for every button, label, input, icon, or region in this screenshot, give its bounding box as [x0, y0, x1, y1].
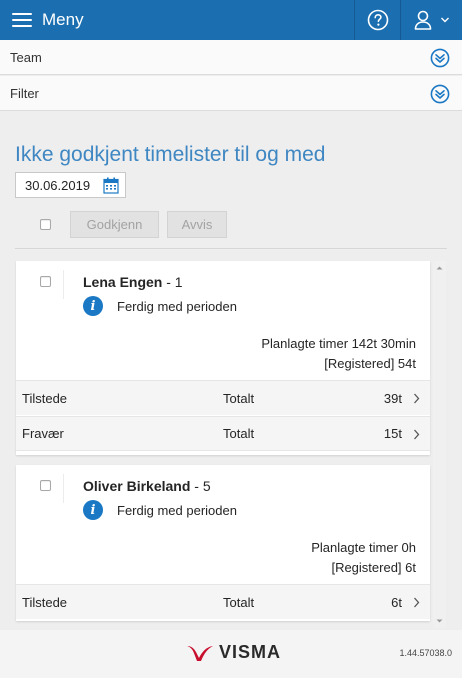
row-value: 6t [391, 594, 402, 610]
team-panel-label: Team [10, 49, 42, 65]
info-icon: i [83, 500, 103, 520]
visma-logo: VISMA [186, 642, 281, 663]
chevron-right-icon [414, 393, 420, 404]
menu-label: Meny [42, 10, 84, 29]
question-circle-icon [367, 9, 388, 31]
timesheet-checkbox[interactable] [40, 480, 51, 491]
chevron-right-icon [414, 597, 420, 608]
presence-row[interactable]: Tilstede Totalt 6t [16, 584, 430, 619]
date-input[interactable]: 30.06.2019 [15, 172, 126, 198]
menu-button[interactable]: Meny [0, 0, 84, 40]
footer: VISMA 1.44.57038.0 [0, 630, 462, 678]
hamburger-icon [12, 13, 32, 27]
scroll-down-icon[interactable] [433, 616, 446, 626]
timesheet-card: Oliver Birkeland - 5 i Ferdig med period… [16, 465, 430, 621]
scroll-up-icon[interactable] [433, 263, 446, 273]
registered-hours: [Registered] 6t [331, 560, 416, 575]
top-bar: Meny [0, 0, 462, 40]
row-label: Tilstede [22, 390, 68, 406]
page-title: Ikke godkjent timelister til og med [15, 143, 326, 166]
row-total-label: Totalt [223, 594, 255, 610]
timesheet-card: Lena Engen - 1 i Ferdig med perioden Pla… [16, 261, 430, 455]
row-value: 39t [383, 390, 402, 406]
date-value: 30.06.2019 [25, 177, 91, 193]
timesheet-checkbox[interactable] [40, 276, 51, 287]
help-button[interactable] [354, 0, 400, 40]
filter-panel-label: Filter [10, 85, 39, 101]
hours-summary: Planlagte timer 142t 30min [Registered] … [261, 334, 416, 374]
separator [63, 474, 64, 503]
reject-button[interactable]: Avvis [167, 211, 227, 238]
absence-row[interactable]: Fravær Totalt 15t [16, 416, 430, 451]
user-menu-button[interactable] [400, 0, 462, 40]
registered-hours: [Registered] 54t [324, 356, 416, 371]
divider [15, 248, 447, 249]
row-total-label: Totalt [223, 426, 255, 441]
hours-summary: Planlagte timer 0h [Registered] 6t [311, 538, 416, 578]
presence-row[interactable]: Tilstede Totalt 39t [16, 380, 430, 415]
row-total-label: Totalt [223, 390, 255, 406]
row-value: 15t [383, 426, 402, 441]
chevron-right-icon [414, 429, 420, 440]
status: i Ferdig med perioden [83, 296, 237, 316]
team-panel-header[interactable]: Team [0, 40, 462, 75]
visma-logo-mark [187, 645, 213, 661]
version-number: 1.44.57038.0 [399, 648, 452, 658]
chevron-down-icon [441, 17, 449, 23]
row-label: Tilstede [22, 594, 68, 610]
employee-name[interactable]: Lena Engen - 1 [83, 274, 183, 290]
row-label: Fravær [22, 426, 64, 441]
separator [63, 270, 64, 299]
scrollbar[interactable] [433, 261, 446, 628]
status-text: Ferdig med perioden [117, 502, 237, 518]
status-text: Ferdig med perioden [117, 298, 237, 314]
double-chevron-down-icon[interactable] [430, 84, 450, 104]
user-icon [414, 10, 432, 30]
calendar-icon[interactable] [103, 177, 119, 194]
visma-logo-text: VISMA [219, 642, 282, 662]
filter-panel-header[interactable]: Filter [0, 76, 462, 111]
double-chevron-down-icon[interactable] [430, 48, 450, 68]
employee-name[interactable]: Oliver Birkeland - 5 [83, 478, 211, 494]
select-all-checkbox[interactable] [40, 219, 51, 230]
planned-hours: Planlagte timer 0h [311, 540, 416, 555]
approve-button[interactable]: Godkjenn [70, 211, 159, 238]
info-icon: i [83, 296, 103, 316]
status: i Ferdig med perioden [83, 500, 237, 520]
planned-hours: Planlagte timer 142t 30min [261, 336, 416, 351]
